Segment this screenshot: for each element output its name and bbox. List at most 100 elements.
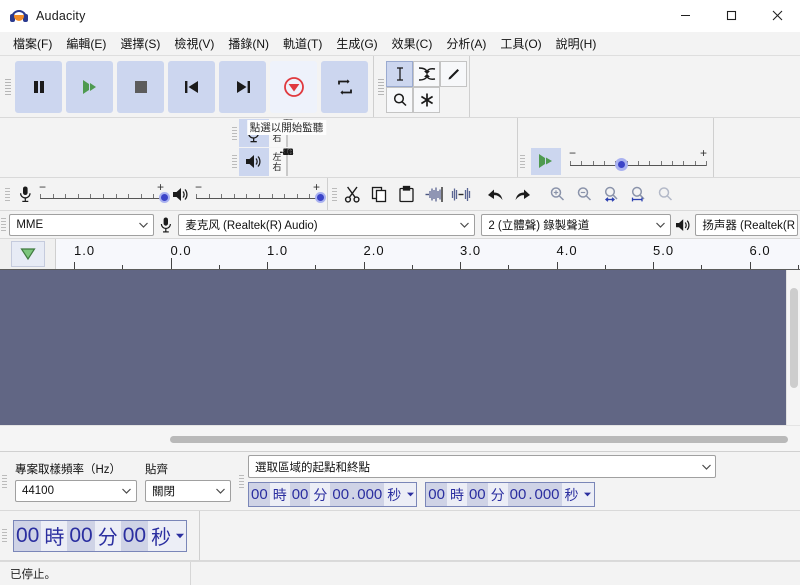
tool-envelope[interactable] <box>413 60 440 87</box>
playback-device-combo[interactable]: 扬声器 (Realtek(R <box>695 213 798 236</box>
start-minutes[interactable]: 00 <box>289 483 311 506</box>
toolbar-grip[interactable] <box>0 211 7 238</box>
input-volume-slider[interactable]: − + <box>38 179 170 209</box>
cut-button[interactable] <box>339 180 366 208</box>
speaker-icon[interactable] <box>238 147 269 176</box>
copy-button[interactable] <box>366 180 393 208</box>
end-hours[interactable]: 00 <box>426 483 447 506</box>
input-volume-thumb[interactable] <box>159 192 170 203</box>
toolbar-grip[interactable] <box>518 118 527 175</box>
play-button[interactable] <box>66 60 113 113</box>
audio-host-combo[interactable]: MME <box>9 213 155 236</box>
toolbar-grip[interactable] <box>3 60 13 113</box>
toolbar-grip[interactable] <box>0 511 9 560</box>
tool-draw[interactable] <box>440 60 467 87</box>
position-hours[interactable]: 00 <box>14 520 42 551</box>
snap-combo[interactable]: 關閉 <box>145 479 231 502</box>
pause-button[interactable] <box>15 60 62 113</box>
record-button[interactable] <box>270 60 317 113</box>
end-milliseconds[interactable]: 000 <box>532 483 562 506</box>
trim-button[interactable] <box>420 180 447 208</box>
horizontal-scroll-thumb[interactable] <box>170 436 788 443</box>
recording-meter-bars[interactable]: -54-48-42-36-30-24-18-12-60 點選以開始監聽 <box>246 118 327 148</box>
menu-tracks[interactable]: 軌道(T) <box>276 32 329 55</box>
selection-mode-combo[interactable]: 選取區域的起點和終點 <box>248 455 716 478</box>
fit-project-button[interactable] <box>625 180 652 208</box>
redo-button[interactable] <box>509 180 536 208</box>
pinned-play-head-icon[interactable] <box>10 241 45 267</box>
track-panel[interactable] <box>0 270 800 451</box>
undo-button[interactable] <box>482 180 509 208</box>
menu-view[interactable]: 檢視(V) <box>167 32 221 55</box>
vertical-scrollbar[interactable] <box>786 270 800 425</box>
toolbar-grip[interactable] <box>230 148 239 176</box>
play-speed-thumb[interactable] <box>614 158 628 171</box>
close-icon[interactable] <box>754 0 800 32</box>
recording-device-combo[interactable]: 麦克风 (Realtek(R) Audio) <box>178 213 476 236</box>
minimize-icon[interactable] <box>662 0 708 32</box>
menu-help[interactable]: 說明(H) <box>549 32 604 55</box>
tool-selection[interactable] <box>386 60 413 87</box>
menu-edit[interactable]: 編輯(E) <box>59 32 113 55</box>
zoom-out-button[interactable] <box>571 180 598 208</box>
zoom-toggle-button[interactable] <box>652 180 679 208</box>
ruler-minor-tick <box>411 265 413 269</box>
loop-button[interactable] <box>321 60 368 113</box>
menu-generate[interactable]: 生成(G) <box>329 32 384 55</box>
menu-effect[interactable]: 效果(C) <box>385 32 440 55</box>
toolbar-grip[interactable] <box>3 178 12 210</box>
menu-select[interactable]: 選擇(S) <box>113 32 167 55</box>
end-time-spinner-icon[interactable] <box>581 483 594 506</box>
tool-multi[interactable] <box>413 86 440 113</box>
skip-to-end-button[interactable] <box>219 60 266 113</box>
play-speed-slider[interactable]: − + <box>567 146 709 175</box>
toolbar-grip[interactable] <box>376 59 386 114</box>
selection-end-time[interactable]: 00 時 00 分 00 . 000 秒 <box>425 482 595 507</box>
chevron-down-icon <box>697 464 715 470</box>
output-volume-thumb[interactable] <box>315 192 326 203</box>
menu-tools[interactable]: 工具(O) <box>493 32 548 55</box>
position-minutes-unit: 分 <box>94 520 121 551</box>
toolbar-grip[interactable] <box>230 119 239 147</box>
position-minutes[interactable]: 00 <box>67 520 95 551</box>
end-seconds[interactable]: 00 <box>507 483 529 506</box>
track-background[interactable] <box>0 270 786 425</box>
zoom-in-button[interactable] <box>544 180 571 208</box>
menu-file[interactable]: 檔案(F) <box>6 32 59 55</box>
project-rate-combo[interactable]: 44100 <box>15 479 137 502</box>
playback-meter-bars[interactable]: -54-48-42-36-30-24-18-12-60 <box>280 147 293 176</box>
end-minutes[interactable]: 00 <box>466 483 488 506</box>
silence-button[interactable] <box>447 180 474 208</box>
play-at-speed-button[interactable] <box>531 147 561 175</box>
tool-zoom[interactable] <box>386 86 413 113</box>
selection-start-time[interactable]: 00 時 00 分 00 . 000 秒 <box>248 482 418 507</box>
maximize-icon[interactable] <box>708 0 754 32</box>
position-seconds[interactable]: 00 <box>120 520 149 551</box>
start-hours[interactable]: 00 <box>249 483 270 506</box>
start-time-spinner-icon[interactable] <box>404 483 417 506</box>
toolbar-grip[interactable] <box>0 452 9 510</box>
vertical-scroll-thumb[interactable] <box>790 288 798 388</box>
monitor-hint[interactable]: 點選以開始監聽 <box>246 120 327 135</box>
audio-position-field[interactable]: 00 時 00 分 00 秒 <box>13 519 188 552</box>
timeline-ruler[interactable]: 1.0 0.0 1.0 2.0 3.0 4.0 5.0 6.0 <box>56 239 800 269</box>
output-volume-slider[interactable]: − + <box>194 179 326 209</box>
menu-analyze[interactable]: 分析(A) <box>439 32 493 55</box>
end-minutes-unit: 分 <box>487 483 508 506</box>
toolbar-grip[interactable] <box>330 180 339 208</box>
horizontal-scrollbar[interactable] <box>0 425 800 451</box>
toolbar-grip[interactable] <box>237 452 246 510</box>
skip-to-start-button[interactable] <box>168 60 215 113</box>
position-spinner-icon[interactable] <box>174 520 187 551</box>
meter-toolbars: 左 右 -54-48-42-36-30-24-18-12-60 點選以開始監聽 <box>0 118 518 177</box>
audio-position-section: 00 時 00 分 00 秒 <box>9 511 188 560</box>
recording-channels-combo[interactable]: 2 (立體聲) 錄製聲道 <box>481 213 672 236</box>
stop-button[interactable] <box>117 60 164 113</box>
fit-selection-button[interactable] <box>598 180 625 208</box>
start-milliseconds[interactable]: 000 <box>355 483 385 506</box>
paste-button[interactable] <box>393 180 420 208</box>
menu-transport[interactable]: 播錄(N) <box>221 32 276 55</box>
recording-device-value: 麦克风 (Realtek(R) Audio) <box>185 219 318 232</box>
snap-value: 關閉 <box>152 485 175 498</box>
start-seconds[interactable]: 00 <box>330 483 352 506</box>
